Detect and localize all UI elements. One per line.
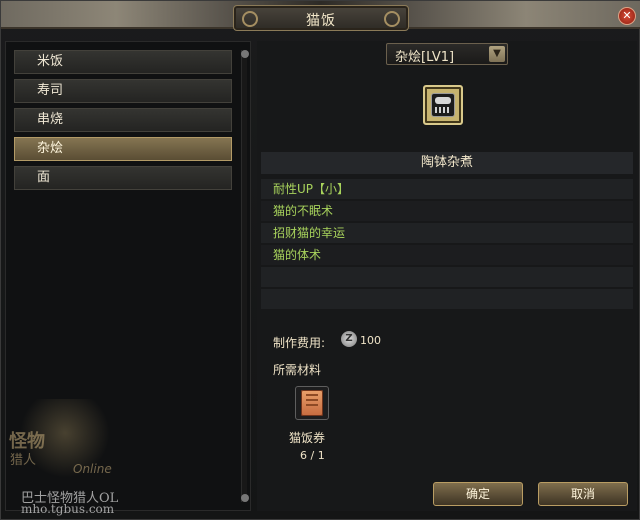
dish-icon [423,85,463,125]
scroll-top-cap-icon [241,50,249,58]
category-item-sushi[interactable]: 寿司 [14,79,232,103]
cost-value: 100 [360,334,381,347]
material-slot [295,386,329,420]
materials-label: 所需材料 [273,363,322,377]
empty-effect-row [261,289,633,309]
category-item-label: 杂烩 [37,141,64,156]
category-scrollbar[interactable] [241,50,249,502]
effect-row: 招财猫的幸运 [261,223,633,243]
cost-label: 制作费用: [273,336,326,350]
category-item-noodle[interactable]: 面 [14,166,232,190]
category-item-stew[interactable]: 杂烩 [14,137,232,161]
dish-details-panel: 杂烩[LV1] ▼ 陶钵杂煮 耐性UP【小】 猫的不眠术 招财猫的幸运 猫的体术… [257,41,637,511]
food-category-list: 米饭 寿司 串烧 杂烩 面 [5,41,251,511]
stew-dish-icon [431,93,455,117]
dish-level-dropdown[interactable]: 杂烩[LV1] ▼ [386,43,508,65]
effect-row: 猫的体术 [261,245,633,265]
catfood-window: 猫饭 ✕ 米饭 寿司 串烧 杂烩 面 杂烩[LV1] ▼ 陶钵杂煮 耐性UP【小… [0,0,640,520]
window-title: 猫饭 [306,13,336,29]
empty-effect-row [261,267,633,287]
category-item-label: 米饭 [37,54,64,69]
category-item-label: 串烧 [37,112,64,127]
category-item-label: 寿司 [37,83,64,98]
category-item-rice[interactable]: 米饭 [14,50,232,74]
material-name: 猫饭券 [289,431,326,445]
chevron-down-icon: ▼ [489,46,505,62]
close-button[interactable]: ✕ [618,7,636,25]
title-decoration-right-icon [384,11,400,27]
effect-row: 猫的不眠术 [261,201,633,221]
scroll-bottom-cap-icon [241,494,249,502]
cancel-button[interactable]: 取消 [538,482,628,506]
category-item-skewer[interactable]: 串烧 [14,108,232,132]
catfood-ticket-icon [301,390,323,416]
coin-icon: Z [341,331,357,347]
dish-level-value: 杂烩[LV1] [395,50,455,65]
material-count: 6 / 1 [300,449,325,462]
category-item-label: 面 [37,170,51,185]
title-plate: 猫饭 [233,5,409,31]
confirm-button[interactable]: 确定 [433,482,523,506]
effect-row: 耐性UP【小】 [261,179,633,199]
dish-name: 陶钵杂煮 [261,152,633,174]
